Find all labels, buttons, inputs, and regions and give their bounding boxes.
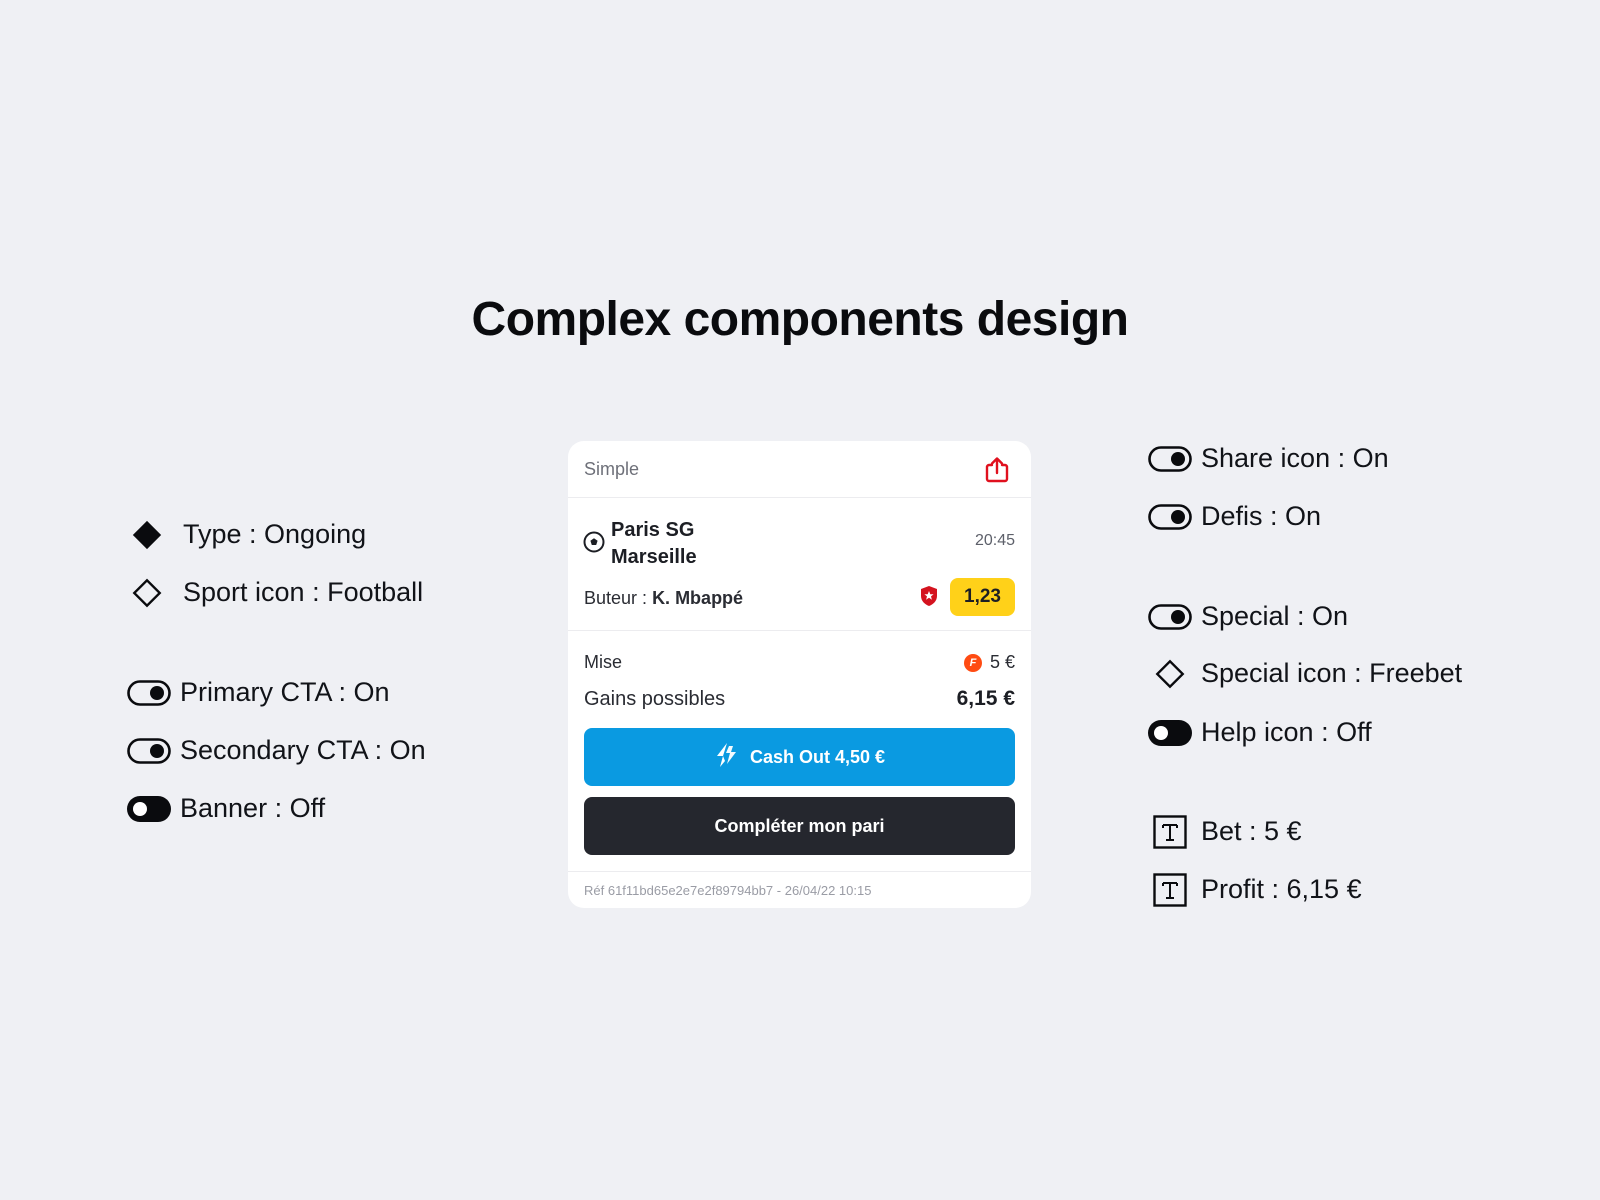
- prop-bet: Bet : 5 €: [1153, 814, 1302, 849]
- football-icon: [583, 531, 605, 558]
- complete-bet-label: Compléter mon pari: [714, 815, 885, 836]
- odds-button[interactable]: 1,23: [950, 578, 1015, 616]
- prop-label: Sport icon : Football: [183, 577, 424, 607]
- text-property-icon: [1153, 814, 1192, 849]
- prop-label: Share icon : On: [1201, 443, 1389, 473]
- stake-row: Mise F 5 €: [584, 652, 1015, 673]
- stake-value-group: F 5 €: [963, 652, 1015, 673]
- market-label: Buteur :: [584, 588, 648, 608]
- event-section: Paris SG Marseille 20:45 Buteur : K. Mba…: [568, 441, 1031, 631]
- teams: Paris SG Marseille: [611, 517, 697, 571]
- home-team: Paris SG: [611, 519, 695, 541]
- prop-secondary-cta: Secondary CTA : On: [127, 735, 426, 766]
- defis-shield-icon: [919, 585, 939, 612]
- outline-diamond-icon: [1153, 659, 1192, 689]
- prop-label: Defis : On: [1201, 501, 1322, 531]
- prop-profit: Profit : 6,15 €: [1153, 872, 1362, 907]
- prop-label: Bet : 5 €: [1201, 816, 1302, 846]
- prop-help-icon: Help icon : Off: [1148, 717, 1372, 748]
- gains-row: Gains possibles 6,15 €: [584, 687, 1015, 711]
- away-team: Marseille: [611, 546, 697, 568]
- cashout-button[interactable]: Cash Out 4,50 €: [584, 728, 1015, 786]
- toggle-off-icon: [127, 794, 171, 824]
- bet-card: Simple Paris SG Marseille 20:45 Buteur :…: [568, 441, 1031, 908]
- stake-label: Mise: [584, 652, 623, 672]
- prop-label: Help icon : Off: [1201, 717, 1372, 747]
- prop-label: Banner : Off: [180, 793, 326, 823]
- gains-label: Gains possibles: [584, 687, 726, 710]
- prop-type: Type : Ongoing: [130, 519, 366, 550]
- filled-diamond-icon: [130, 520, 174, 550]
- toggle-on-icon: [127, 678, 171, 708]
- text-property-icon: [1153, 872, 1192, 907]
- prop-label: Type : Ongoing: [183, 519, 367, 549]
- prop-share-icon: Share icon : On: [1148, 443, 1389, 474]
- prop-special: Special : On: [1148, 601, 1348, 632]
- event-time: 20:45: [974, 532, 1015, 549]
- prop-special-icon: Special icon : Freebet: [1153, 658, 1462, 689]
- bet-reference: Réf 61f11bd65e2e7e2f89794bb7 - 26/04/22 …: [584, 883, 872, 898]
- prop-label: Special icon : Freebet: [1201, 658, 1463, 688]
- complete-bet-button[interactable]: Compléter mon pari: [584, 797, 1015, 855]
- page-title: Complex components design: [471, 293, 1129, 346]
- prop-label: Special : On: [1201, 601, 1349, 631]
- toggle-on-icon: [1148, 444, 1192, 474]
- toggle-on-icon: [1148, 602, 1192, 632]
- prop-label: Primary CTA : On: [180, 677, 390, 707]
- prop-primary-cta: Primary CTA : On: [127, 677, 390, 708]
- prop-label: Profit : 6,15 €: [1201, 874, 1362, 904]
- selection-name: K. Mbappé: [652, 588, 744, 608]
- prop-sport-icon: Sport icon : Football: [130, 577, 423, 608]
- prop-label: Secondary CTA : On: [180, 735, 426, 765]
- freebet-icon: F: [963, 653, 982, 672]
- toggle-off-icon: [1148, 718, 1192, 748]
- cashout-label: Cash Out 4,50 €: [749, 746, 886, 767]
- card-footer: Réf 61f11bd65e2e7e2f89794bb7 - 26/04/22 …: [568, 871, 1031, 908]
- cashout-icon: [714, 742, 738, 773]
- outline-diamond-icon: [130, 578, 174, 608]
- toggle-on-icon: [1148, 502, 1192, 532]
- prop-defis: Defis : On: [1148, 501, 1321, 532]
- market: Buteur : K. Mbappé: [584, 588, 743, 609]
- stake-value: 5 €: [989, 652, 1015, 672]
- prop-banner: Banner : Off: [127, 793, 325, 824]
- gains-value: 6,15 €: [956, 687, 1015, 710]
- toggle-on-icon: [127, 736, 171, 766]
